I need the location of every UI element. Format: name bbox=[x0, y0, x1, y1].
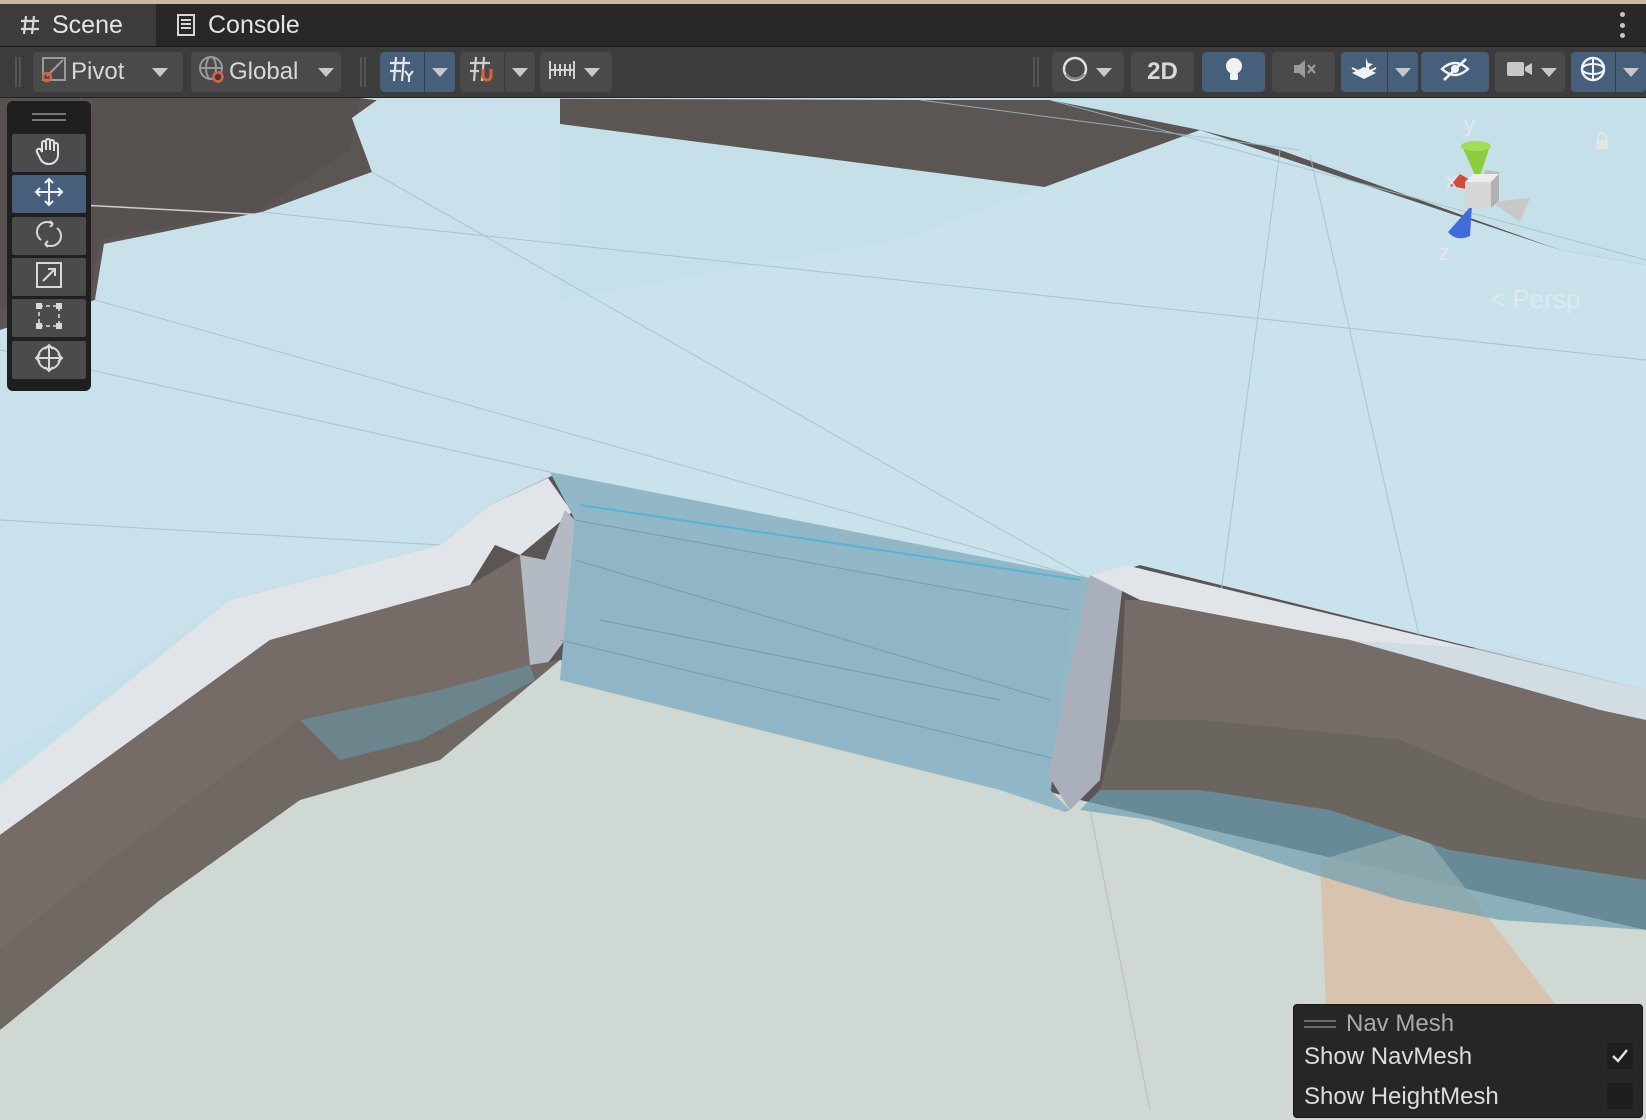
grid-snap-toggle[interactable] bbox=[380, 52, 424, 92]
chevron-down-icon bbox=[1096, 67, 1112, 77]
projection-toggle[interactable]: < Persp bbox=[1490, 284, 1580, 315]
effects-toggle[interactable] bbox=[1341, 52, 1387, 92]
gizmo-x-label: x bbox=[1446, 168, 1457, 193]
grid-snap-dropdown[interactable] bbox=[425, 52, 455, 92]
chevron-down-icon bbox=[1623, 67, 1639, 77]
scale-tool-button[interactable] bbox=[12, 258, 86, 296]
toolbar-grip[interactable] bbox=[360, 57, 366, 87]
global-label: Global bbox=[229, 58, 299, 85]
gizmos-dropdown[interactable] bbox=[1616, 52, 1646, 92]
tab-console-label: Console bbox=[208, 10, 300, 39]
move-tool-button[interactable] bbox=[12, 175, 86, 213]
audio-toggle[interactable] bbox=[1272, 52, 1335, 92]
projection-label: Persp bbox=[1512, 284, 1581, 314]
rotate-tool-button[interactable] bbox=[12, 217, 86, 255]
panel-drag-handle[interactable] bbox=[1304, 1020, 1336, 1028]
hidden-eye-icon bbox=[1439, 55, 1471, 90]
shading-mode-dropdown[interactable] bbox=[1052, 52, 1124, 92]
camera-icon bbox=[1505, 57, 1535, 88]
scene-render bbox=[0, 98, 1646, 1120]
show-heightmesh-checkbox[interactable] bbox=[1607, 1083, 1633, 1109]
toolbar-grip[interactable] bbox=[15, 57, 21, 87]
tab-scene[interactable]: Scene bbox=[0, 4, 156, 46]
chevron-down-icon bbox=[318, 67, 335, 77]
move-icon bbox=[33, 176, 65, 213]
grid-y-icon bbox=[387, 54, 417, 91]
gizmo-icon bbox=[1578, 54, 1608, 91]
snap-magnet-icon bbox=[467, 54, 497, 91]
chevron-down-icon bbox=[1541, 67, 1557, 77]
hand-icon bbox=[34, 136, 64, 171]
pivot-label: Pivot bbox=[71, 58, 125, 85]
camera-settings-dropdown[interactable] bbox=[1495, 52, 1565, 92]
gizmos-toggle[interactable] bbox=[1571, 52, 1615, 92]
scene-toolbar: Pivot Global 2D bbox=[0, 47, 1646, 98]
show-heightmesh-label: Show HeightMesh bbox=[1304, 1083, 1499, 1110]
show-navmesh-label: Show NavMesh bbox=[1304, 1043, 1473, 1070]
increment-snap-toggle[interactable] bbox=[460, 52, 504, 92]
chevron-down-icon bbox=[152, 67, 169, 77]
lock-icon[interactable] bbox=[1594, 131, 1610, 151]
gizmo-z-label: z bbox=[1440, 240, 1450, 265]
toolbar-grip[interactable] bbox=[1033, 57, 1039, 87]
transform-icon bbox=[33, 342, 65, 379]
pivot-icon bbox=[39, 54, 69, 91]
light-bulb-icon bbox=[1221, 55, 1247, 90]
scene-grid-icon bbox=[18, 13, 42, 37]
checkmark-icon bbox=[1612, 1049, 1628, 1063]
2d-label: 2D bbox=[1147, 58, 1178, 85]
scene-viewport[interactable] bbox=[0, 98, 1646, 1120]
globe-icon bbox=[197, 54, 227, 91]
tool-palette bbox=[7, 101, 91, 391]
tab-bar: Scene Console bbox=[0, 4, 1646, 47]
scale-icon bbox=[34, 260, 64, 295]
effects-dropdown[interactable] bbox=[1388, 52, 1418, 92]
navmesh-panel-title: Nav Mesh bbox=[1346, 1010, 1455, 1037]
more-options-icon[interactable] bbox=[1620, 12, 1626, 38]
tab-console[interactable]: Console bbox=[174, 4, 324, 46]
rect-transform-icon bbox=[34, 301, 64, 336]
chevron-down-icon bbox=[1395, 67, 1411, 77]
rotate-icon bbox=[34, 219, 64, 254]
ruler-dropdown[interactable] bbox=[540, 52, 612, 92]
chevron-down-icon bbox=[584, 67, 600, 77]
gizmo-y-label: y bbox=[1464, 112, 1475, 137]
chevron-left-icon: < bbox=[1490, 284, 1506, 314]
increment-snap-dropdown[interactable] bbox=[505, 52, 535, 92]
pivot-dropdown[interactable]: Pivot bbox=[33, 52, 183, 92]
navmesh-panel-header[interactable]: Nav Mesh bbox=[1304, 1009, 1454, 1039]
audio-mute-icon bbox=[1290, 55, 1318, 90]
global-dropdown[interactable]: Global bbox=[191, 52, 341, 92]
tab-scene-label: Scene bbox=[52, 10, 123, 39]
scene-visibility-toggle[interactable] bbox=[1421, 52, 1489, 92]
transform-tool-button[interactable] bbox=[12, 341, 86, 379]
effects-layers-icon bbox=[1349, 55, 1379, 90]
hand-tool-button[interactable] bbox=[12, 134, 86, 172]
lighting-toggle[interactable] bbox=[1202, 52, 1265, 92]
palette-drag-handle[interactable] bbox=[32, 113, 66, 121]
ruler-icon bbox=[548, 55, 576, 90]
chevron-down-icon bbox=[432, 67, 448, 77]
rect-tool-button[interactable] bbox=[12, 299, 86, 337]
console-icon bbox=[174, 13, 198, 37]
chevron-down-icon bbox=[512, 67, 528, 77]
shading-sphere-icon bbox=[1060, 54, 1090, 91]
2d-toggle-button[interactable]: 2D bbox=[1131, 52, 1194, 92]
navmesh-overlay-panel: Nav Mesh Show NavMesh Show HeightMesh bbox=[1293, 1004, 1643, 1118]
show-navmesh-checkbox[interactable] bbox=[1607, 1043, 1633, 1069]
